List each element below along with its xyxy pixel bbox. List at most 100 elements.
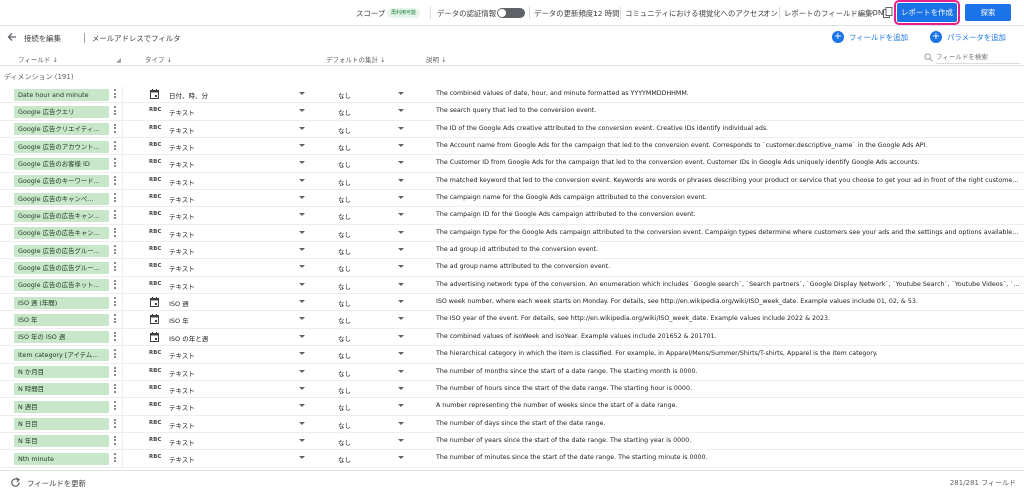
chevron-down-icon[interactable] <box>398 161 404 165</box>
field-name-chip[interactable]: N 日目 <box>14 418 109 431</box>
more-options-icon[interactable] <box>113 349 117 360</box>
more-options-icon[interactable] <box>113 401 117 412</box>
field-type-select[interactable]: テキスト <box>169 437 195 447</box>
more-options-icon[interactable] <box>113 453 117 464</box>
table-row[interactable]: Google 広告のキーワード... RBC テキスト なし The matched k… <box>0 172 1024 191</box>
field-description[interactable]: The number of days since the start of th… <box>436 420 1020 427</box>
default-aggregation-select[interactable]: なし <box>338 350 351 360</box>
chevron-down-icon[interactable] <box>299 421 305 425</box>
create-report-button[interactable]: レポートを作成 <box>894 0 960 25</box>
more-options-icon[interactable] <box>113 89 117 100</box>
field-description[interactable]: A number representing the number of week… <box>436 402 1020 409</box>
field-name-chip[interactable]: Google 広告クリエイティ... <box>14 123 109 136</box>
more-options-icon[interactable] <box>113 123 117 135</box>
filter-by-email-link[interactable]: メールアドレスでフィルタ <box>92 33 181 44</box>
table-row[interactable]: Google 広告クリエイティ... RBC テキスト なし The ID of the… <box>0 120 1024 139</box>
default-aggregation-select[interactable]: なし <box>338 454 351 464</box>
default-aggregation-select[interactable]: なし <box>338 107 351 117</box>
more-options-icon[interactable] <box>113 262 117 273</box>
field-description[interactable]: The matched keyword that led to the conv… <box>436 177 1020 184</box>
chevron-down-icon[interactable] <box>398 421 404 425</box>
field-description[interactable]: The campaign ID for the Google Ads campa… <box>436 211 1020 218</box>
default-aggregation-select[interactable]: なし <box>338 385 351 395</box>
scope-badge[interactable]: 再利用可能 <box>387 8 421 18</box>
default-aggregation-select[interactable]: なし <box>338 229 351 239</box>
field-name-chip[interactable]: N 週目 <box>14 400 109 413</box>
type-column-header[interactable]: タイプ ↓ <box>145 54 172 64</box>
default-aggregation-select[interactable]: なし <box>338 246 351 256</box>
chevron-down-icon[interactable] <box>398 230 404 234</box>
chevron-down-icon[interactable] <box>398 334 404 338</box>
default-aggregation-select[interactable]: なし <box>338 437 351 447</box>
table-row[interactable]: Nth minute RBC テキスト なし The number of minutes… <box>0 450 1024 468</box>
field-type-select[interactable]: テキスト <box>169 454 195 464</box>
table-row[interactable]: Google 広告の広告ネット... RBC テキスト なし The advertisi… <box>0 276 1024 295</box>
more-options-icon[interactable] <box>113 297 117 308</box>
default-aggregation-select[interactable]: なし <box>338 263 351 273</box>
field-description[interactable]: The campaign name for the Google Ads cam… <box>436 194 1020 201</box>
field-name-chip[interactable]: Google 広告のお客様 ID <box>14 157 109 170</box>
table-row[interactable]: N か月目 RBC テキスト なし The number of months since… <box>0 363 1024 381</box>
more-options-icon[interactable] <box>113 106 117 117</box>
credentials-toggle[interactable] <box>497 8 525 18</box>
edit-connection-link[interactable]: 接続を編集 <box>24 33 61 44</box>
add-parameter-button[interactable]: + パラメータを追加 <box>930 31 1006 43</box>
field-description[interactable]: ISO week number, where each week starts … <box>436 298 1020 305</box>
chevron-down-icon[interactable] <box>299 352 305 356</box>
more-options-icon[interactable] <box>113 435 117 447</box>
chevron-down-icon[interactable] <box>299 334 305 338</box>
field-type-select[interactable]: テキスト <box>169 194 195 204</box>
chevron-down-icon[interactable] <box>398 196 404 200</box>
field-search-input[interactable] <box>936 51 1020 64</box>
field-name-chip[interactable]: N 年目 <box>14 435 109 448</box>
field-name-chip[interactable]: Google 広告のアカウント... <box>14 140 109 153</box>
chevron-down-icon[interactable] <box>299 230 305 234</box>
field-name-chip[interactable]: Google 広告のキーワード... <box>14 175 109 188</box>
field-name-chip[interactable]: N 時間目 <box>14 383 109 396</box>
default-aggregation-select[interactable]: なし <box>338 159 351 169</box>
chevron-down-icon[interactable] <box>398 109 404 113</box>
table-row[interactable]: Google 広告クエリ RBC テキスト なし The search query th… <box>0 103 1024 121</box>
default-aggregation-select[interactable]: なし <box>338 333 351 343</box>
field-type-select[interactable]: テキスト <box>169 107 195 117</box>
chevron-down-icon[interactable] <box>398 178 404 182</box>
field-type-select[interactable]: テキスト <box>169 211 195 221</box>
table-row[interactable]: Google 広告のお客様 ID RBC テキスト なし The Customer ID… <box>0 155 1024 173</box>
table-row[interactable]: Google 広告の広告キャン... RBC テキスト なし The campaign … <box>0 207 1024 225</box>
field-description[interactable]: The number of years since the start of t… <box>436 437 1020 444</box>
table-row[interactable]: N 週目 RBC テキスト なし A number representing the n… <box>0 398 1024 416</box>
more-options-icon[interactable] <box>113 175 117 187</box>
field-type-select[interactable]: テキスト <box>169 229 195 239</box>
field-name-chip[interactable]: Google 広告のキャンペ... <box>14 192 109 205</box>
field-column-header[interactable]: フィールド ↓ <box>18 54 58 64</box>
refresh-fields-button[interactable]: フィールドを更新 <box>27 478 86 489</box>
chevron-down-icon[interactable] <box>398 404 404 408</box>
chevron-down-icon[interactable] <box>299 282 305 286</box>
chevron-down-icon[interactable] <box>398 213 404 217</box>
chevron-down-icon[interactable] <box>299 369 305 373</box>
field-description[interactable]: The number of hours since the start of t… <box>436 385 1020 392</box>
field-type-select[interactable]: テキスト <box>169 281 195 291</box>
freshness-value-link[interactable]: 12 時間 <box>593 8 620 19</box>
default-agg-column-header[interactable]: デフォルトの集計 ↓ <box>326 54 386 64</box>
default-aggregation-select[interactable]: なし <box>338 194 351 204</box>
more-options-icon[interactable] <box>113 383 117 395</box>
more-options-icon[interactable] <box>113 158 117 169</box>
field-name-chip[interactable]: Google 広告の広告キャン... <box>14 209 109 222</box>
chevron-down-icon[interactable] <box>398 265 404 269</box>
field-name-chip[interactable]: Google 広告の広告グルー... <box>14 261 109 274</box>
field-type-select[interactable]: 日付、時、分 <box>169 90 208 100</box>
field-type-select[interactable]: テキスト <box>169 402 195 412</box>
more-options-icon[interactable] <box>113 141 117 152</box>
field-type-select[interactable]: テキスト <box>169 125 195 135</box>
default-aggregation-select[interactable]: なし <box>338 298 351 308</box>
table-row[interactable]: N 年目 RBC テキスト なし The number of years since t… <box>0 432 1024 451</box>
field-description[interactable]: The combined values of isoWeek and isoYe… <box>436 333 1020 340</box>
chevron-down-icon[interactable] <box>398 386 404 390</box>
field-description[interactable]: The number of minutes since the start of… <box>436 454 1020 461</box>
chevron-down-icon[interactable] <box>299 126 305 130</box>
field-name-chip[interactable]: Item category [アイテム... <box>14 348 109 361</box>
field-type-select[interactable]: テキスト <box>169 246 195 256</box>
table-row[interactable]: ISO 年の ISO 週 ISO の年と週 なし The combined value… <box>0 328 1024 347</box>
more-options-icon[interactable] <box>113 314 117 325</box>
